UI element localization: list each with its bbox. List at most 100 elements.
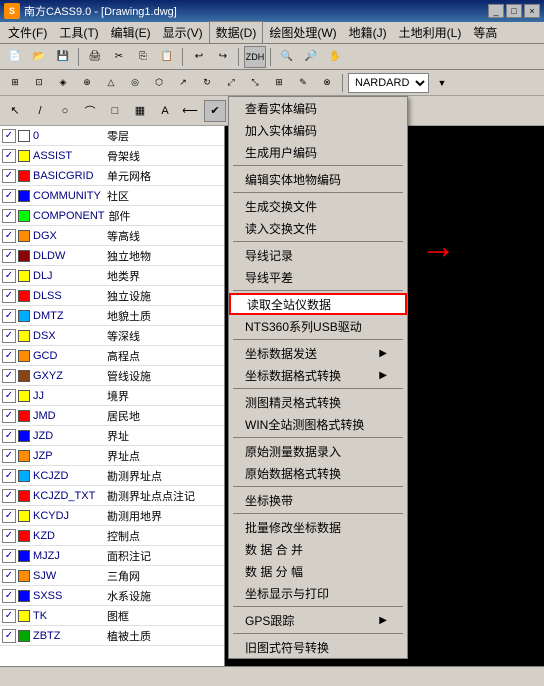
- layer-row[interactable]: DLJ地类界: [0, 266, 224, 286]
- drawing-area[interactable]: [225, 126, 544, 666]
- layer-row[interactable]: SJW三角网: [0, 566, 224, 586]
- menu-draw[interactable]: 绘图处理(W): [263, 22, 342, 43]
- tb2-btn11[interactable]: ⤡: [244, 72, 266, 94]
- layer-checkbox[interactable]: [2, 589, 16, 603]
- layer-row[interactable]: JZP界址点: [0, 446, 224, 466]
- layer-row[interactable]: SXSS水系设施: [0, 586, 224, 606]
- tb3-arc[interactable]: ⌒: [79, 100, 101, 122]
- layer-checkbox[interactable]: [2, 169, 16, 183]
- layer-row[interactable]: 0零层: [0, 126, 224, 146]
- layer-checkbox[interactable]: [2, 349, 16, 363]
- layer-checkbox[interactable]: [2, 629, 16, 643]
- layer-checkbox[interactable]: [2, 189, 16, 203]
- layer-checkbox[interactable]: [2, 249, 16, 263]
- layer-checkbox[interactable]: [2, 389, 16, 403]
- layer-checkbox[interactable]: [2, 409, 16, 423]
- layer-row[interactable]: MJZJ面积注记: [0, 546, 224, 566]
- window-controls[interactable]: _ □ ×: [488, 4, 540, 18]
- style-select[interactable]: NARDARD: [348, 73, 429, 93]
- close-button[interactable]: ×: [524, 4, 540, 18]
- menu-data[interactable]: 数据(D): [209, 21, 264, 44]
- layer-row[interactable]: DSX等深线: [0, 326, 224, 346]
- menu-file[interactable]: 文件(F): [2, 22, 53, 43]
- minimize-button[interactable]: _: [488, 4, 504, 18]
- tb3-circle[interactable]: ○: [54, 100, 76, 122]
- layer-row[interactable]: DLSS独立设施: [0, 286, 224, 306]
- tb2-btn2[interactable]: ⊡: [28, 72, 50, 94]
- tb3-btn13[interactable]: ◁: [338, 100, 360, 122]
- menu-view[interactable]: 显示(V): [157, 22, 209, 43]
- layer-row[interactable]: TK图框: [0, 606, 224, 626]
- layer-row[interactable]: GXYZ管线设施: [0, 366, 224, 386]
- layer-checkbox[interactable]: [2, 309, 16, 323]
- layer-row[interactable]: ASSIST骨架线: [0, 146, 224, 166]
- layer-checkbox[interactable]: [2, 569, 16, 583]
- tb-paste[interactable]: 📋: [156, 46, 178, 68]
- tb-open[interactable]: 📂: [28, 46, 50, 68]
- tb3-line[interactable]: /: [29, 100, 51, 122]
- tb3-btn9[interactable]: ⊞: [238, 100, 260, 122]
- tb3-btn12[interactable]: ▷: [313, 100, 335, 122]
- tb2-btn15[interactable]: ▼: [431, 72, 453, 94]
- layer-checkbox[interactable]: [2, 289, 16, 303]
- menu-contour[interactable]: 等高: [467, 22, 503, 43]
- tb-pan[interactable]: ✋: [324, 46, 346, 68]
- layer-row[interactable]: JMD居民地: [0, 406, 224, 426]
- layer-checkbox[interactable]: [2, 609, 16, 623]
- tb-redo[interactable]: ↪: [212, 46, 234, 68]
- tb3-select[interactable]: ↖: [4, 100, 26, 122]
- tb-btn5[interactable]: ZDH: [244, 46, 266, 68]
- tb2-btn8[interactable]: ↗: [172, 72, 194, 94]
- layer-checkbox[interactable]: [2, 429, 16, 443]
- tb-print[interactable]: 🖨: [84, 46, 106, 68]
- tb-save[interactable]: 💾: [52, 46, 74, 68]
- layer-checkbox[interactable]: [2, 149, 16, 163]
- layer-checkbox[interactable]: [2, 329, 16, 343]
- layer-row[interactable]: KCJZD_TXT勘测界址点点注记: [0, 486, 224, 506]
- layer-row[interactable]: ZBTZ植被土质: [0, 626, 224, 646]
- tb3-hatch[interactable]: ▦: [129, 100, 151, 122]
- tb2-btn12[interactable]: ⊞: [268, 72, 290, 94]
- menu-edit[interactable]: 编辑(E): [105, 22, 157, 43]
- layer-row[interactable]: BASICGRID单元网格: [0, 166, 224, 186]
- layer-row[interactable]: COMPONENT部件: [0, 206, 224, 226]
- layer-row[interactable]: KZD控制点: [0, 526, 224, 546]
- layer-checkbox[interactable]: [2, 209, 16, 223]
- tb-cut[interactable]: ✂: [108, 46, 130, 68]
- tb-zoom[interactable]: 🔎: [300, 46, 322, 68]
- tb2-btn7[interactable]: ⬡: [148, 72, 170, 94]
- tb-undo[interactable]: ↩: [188, 46, 210, 68]
- tb2-btn9[interactable]: ↻: [196, 72, 218, 94]
- layer-checkbox[interactable]: [2, 509, 16, 523]
- tb2-btn5[interactable]: △: [100, 72, 122, 94]
- layer-row[interactable]: KCYDJ勘测用地界: [0, 506, 224, 526]
- layer-row[interactable]: COMMUNITY社区: [0, 186, 224, 206]
- menu-land[interactable]: 土地利用(L): [393, 22, 468, 43]
- layer-row[interactable]: GCD高程点: [0, 346, 224, 366]
- tb-new[interactable]: 📄: [4, 46, 26, 68]
- tb3-btn10[interactable]: ◈: [263, 100, 285, 122]
- tb2-btn1[interactable]: ⊞: [4, 72, 26, 94]
- layer-checkbox[interactable]: [2, 449, 16, 463]
- tb3-checkmark[interactable]: ✔: [204, 100, 226, 122]
- tb3-rect[interactable]: □: [104, 100, 126, 122]
- tb2-btn6[interactable]: ◎: [124, 72, 146, 94]
- tb2-btn3[interactable]: ◈: [52, 72, 74, 94]
- layer-checkbox[interactable]: [2, 549, 16, 563]
- tb3-btn11[interactable]: ⬛: [288, 100, 310, 122]
- tb2-btn10[interactable]: ⤢: [220, 72, 242, 94]
- layer-row[interactable]: DGX等高线: [0, 226, 224, 246]
- tb3-text[interactable]: A: [154, 100, 176, 122]
- layer-checkbox[interactable]: [2, 469, 16, 483]
- layer-row[interactable]: DMTZ地貌土质: [0, 306, 224, 326]
- layer-checkbox[interactable]: [2, 229, 16, 243]
- tb2-btn4[interactable]: ⊕: [76, 72, 98, 94]
- layer-checkbox[interactable]: [2, 369, 16, 383]
- tb2-btn14[interactable]: ⊗: [316, 72, 338, 94]
- layer-row[interactable]: JZD界址: [0, 426, 224, 446]
- layer-row[interactable]: DLDW独立地物: [0, 246, 224, 266]
- layer-checkbox[interactable]: [2, 529, 16, 543]
- layer-checkbox[interactable]: [2, 269, 16, 283]
- tb3-dim[interactable]: ⟵: [179, 100, 201, 122]
- layer-checkbox[interactable]: [2, 489, 16, 503]
